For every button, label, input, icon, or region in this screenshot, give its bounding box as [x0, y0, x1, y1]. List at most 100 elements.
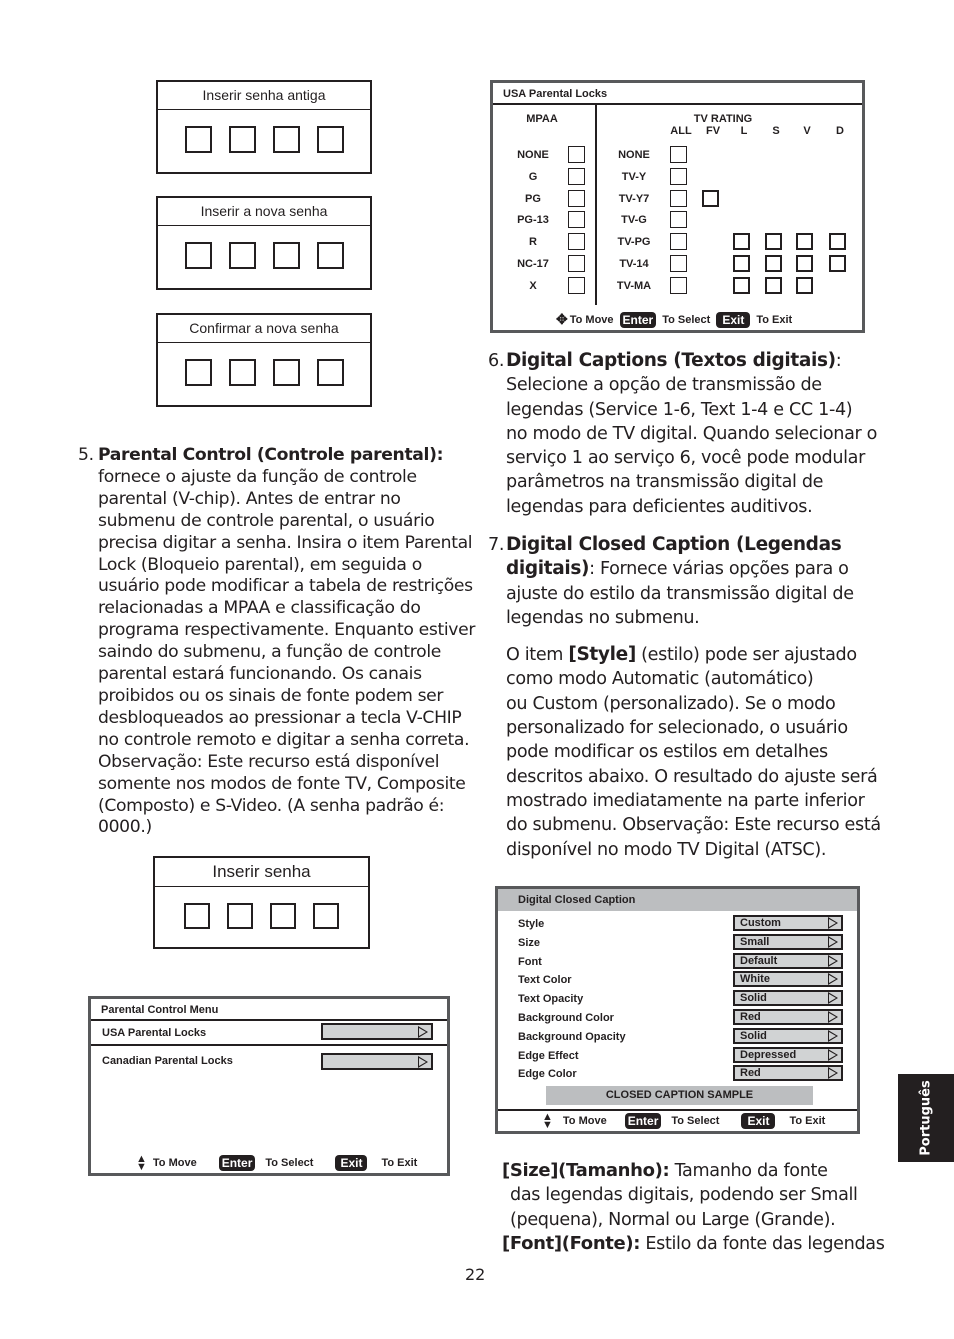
- tv-rating-lock-checkbox[interactable]: [670, 255, 687, 272]
- password-digit-field[interactable]: [272, 126, 300, 153]
- size-text: (pequena), Normal ou Large (Grande).: [510, 1209, 836, 1230]
- body-line: legendas no submenu.: [506, 607, 700, 628]
- tv-rating-lock-checkbox[interactable]: [733, 276, 750, 294]
- password-digit-field[interactable]: [228, 242, 256, 269]
- password-digit-field[interactable]: [272, 359, 300, 386]
- arrow-right-icon: [418, 1026, 428, 1038]
- password-digit-field[interactable]: [316, 126, 344, 153]
- body-line: no controle remoto e digitar a senha cor…: [98, 729, 470, 750]
- tv-rating-lock-checkbox[interactable]: [670, 211, 687, 229]
- dcc-option-label: Font: [518, 955, 542, 968]
- mpaa-rating-label: PG-13: [517, 214, 549, 227]
- mpaa-lock-checkbox[interactable]: [568, 189, 585, 207]
- body-line: precisa digitar a senha. Insira o item P…: [98, 532, 473, 553]
- password-digit-field[interactable]: [316, 242, 344, 269]
- mpaa-lock-checkbox[interactable]: [568, 233, 585, 251]
- mpaa-rating-label: NONE: [517, 149, 549, 161]
- language-tab: Português: [898, 1074, 954, 1162]
- body-line: parental (V-chip). Antes de entrar no: [98, 488, 401, 509]
- tv-rating-lock-checkbox[interactable]: [670, 276, 687, 294]
- menu-item-usa-locks[interactable]: USA Parental Locks: [91, 1021, 447, 1046]
- arrow-right-icon: [828, 1048, 838, 1061]
- dcc-option-value[interactable]: Red: [733, 1009, 843, 1025]
- heading-colon: :: [835, 351, 842, 371]
- menu-item-canadian-locks[interactable]: Canadian Parental Locks: [91, 1049, 447, 1074]
- mpaa-lock-checkbox[interactable]: [568, 146, 585, 163]
- dcc-option-value[interactable]: Custom: [733, 915, 843, 931]
- tv-rating-lock-checkbox[interactable]: [796, 255, 813, 272]
- tv-rating-lock-checkbox[interactable]: [765, 233, 782, 251]
- tv-rating-lock-checkbox[interactable]: [702, 189, 719, 207]
- password-digit-field[interactable]: [184, 903, 210, 929]
- body-line: Lock (Bloqueio parental), em seguida o: [98, 554, 422, 575]
- dcc-option-value[interactable]: Depressed: [733, 1046, 843, 1063]
- body-line: usuário pode modificar a tabela de restr…: [98, 576, 473, 597]
- dcc-option-value[interactable]: Red: [733, 1065, 843, 1082]
- mpaa-rating-label: PG: [525, 192, 541, 205]
- section-7-heading: Digital Closed Caption (Legendas: [506, 534, 842, 555]
- canadian-locks-field[interactable]: [321, 1053, 433, 1070]
- tv-rating-lock-checkbox[interactable]: [796, 233, 813, 251]
- mpaa-rating-label: G: [528, 170, 538, 183]
- dcc-value-text: Red: [740, 1067, 761, 1080]
- tv-rating-lock-checkbox[interactable]: [670, 233, 687, 251]
- body-line: (Composto) e S-Video. (A senha padrão é:: [98, 795, 445, 816]
- dcc-option-label: Style: [518, 918, 545, 930]
- password-digit-field[interactable]: [184, 242, 212, 269]
- mpaa-lock-checkbox[interactable]: [568, 276, 585, 294]
- tv-rating-lock-checkbox[interactable]: [796, 276, 813, 294]
- password-digit-field[interactable]: [227, 903, 253, 929]
- body-line: fornece o ajuste da função de controle: [98, 466, 417, 487]
- mpaa-lock-checkbox[interactable]: [568, 167, 585, 185]
- tv-rating-lock-checkbox[interactable]: [670, 189, 687, 207]
- exit-hint: To Exit: [381, 1157, 418, 1169]
- mpaa-rating-label: NC-17: [517, 258, 549, 270]
- password-digit-field[interactable]: [228, 359, 256, 386]
- dcc-option-value[interactable]: Solid: [733, 990, 843, 1007]
- mpaa-lock-checkbox[interactable]: [568, 211, 585, 229]
- enter-key: Enter: [619, 311, 657, 328]
- body-line: legendas (Service 1-6, Text 1-4 e CC 1-4…: [506, 399, 853, 420]
- password-digit-field[interactable]: [313, 903, 339, 929]
- tv-rating-lock-checkbox[interactable]: [733, 255, 750, 272]
- tv-rating-lock-checkbox[interactable]: [733, 233, 750, 251]
- dcc-option-value[interactable]: White: [733, 971, 843, 988]
- body-line: serviço 1 ao serviço 6, você pode modula…: [506, 448, 865, 469]
- tv-rating-lock-checkbox[interactable]: [670, 167, 687, 185]
- mpaa-lock-checkbox[interactable]: [568, 255, 585, 272]
- enter-key: Enter: [624, 1113, 662, 1129]
- up-down-arrow-icon: ▲ ▼: [542, 1111, 553, 1131]
- size-font-descriptions: [Size](Tamanho): Tamanho da fonte das le…: [502, 1159, 902, 1256]
- dcc-value-text: White: [740, 973, 770, 986]
- tv-rating-lock-checkbox[interactable]: [765, 276, 782, 294]
- body-line: parâmetros na transmissão digital de: [506, 472, 824, 493]
- password-digit-field[interactable]: [272, 242, 300, 269]
- password-digit-field[interactable]: [184, 359, 212, 386]
- body-line: legendas para deficientes auditivos.: [506, 496, 813, 517]
- body-line: ou Custom (personalizado). Se o modo: [506, 693, 836, 714]
- move-hint: To Move: [562, 1115, 607, 1127]
- dcc-option-value[interactable]: Solid: [733, 1027, 843, 1044]
- closed-caption-sample: CLOSED CAPTION SAMPLE: [546, 1086, 813, 1105]
- body-line: saindo do submenu, a função de controle: [98, 642, 441, 663]
- password-digit-field[interactable]: [228, 126, 256, 153]
- usa-locks-field[interactable]: [321, 1023, 433, 1040]
- dcc-option-value[interactable]: Default: [733, 952, 843, 969]
- arrow-right-icon: [828, 954, 838, 967]
- tv-rating-lock-checkbox[interactable]: [829, 233, 846, 251]
- password-digit-field[interactable]: [184, 126, 212, 153]
- tv-rating-lock-checkbox[interactable]: [829, 255, 846, 272]
- dcc-value-text: Default: [740, 954, 778, 967]
- password-digit-field[interactable]: [316, 359, 344, 386]
- password-digit-field[interactable]: [270, 903, 296, 929]
- arrow-right-icon: [828, 992, 838, 1005]
- usa-locks-title: USA Parental Locks: [493, 83, 862, 105]
- select-hint: To Select: [662, 313, 711, 326]
- section-7: 7. Digital Closed Caption (Legendas digi…: [488, 533, 888, 862]
- tv-rating-lock-checkbox[interactable]: [670, 146, 687, 163]
- dcc-option-value[interactable]: Small: [733, 933, 843, 950]
- tv-rating-lock-checkbox[interactable]: [765, 255, 782, 272]
- style-text: O item: [506, 645, 569, 666]
- section-7-heading-cont: digitais): [506, 558, 590, 580]
- four-way-arrow-icon: ✥: [556, 311, 568, 327]
